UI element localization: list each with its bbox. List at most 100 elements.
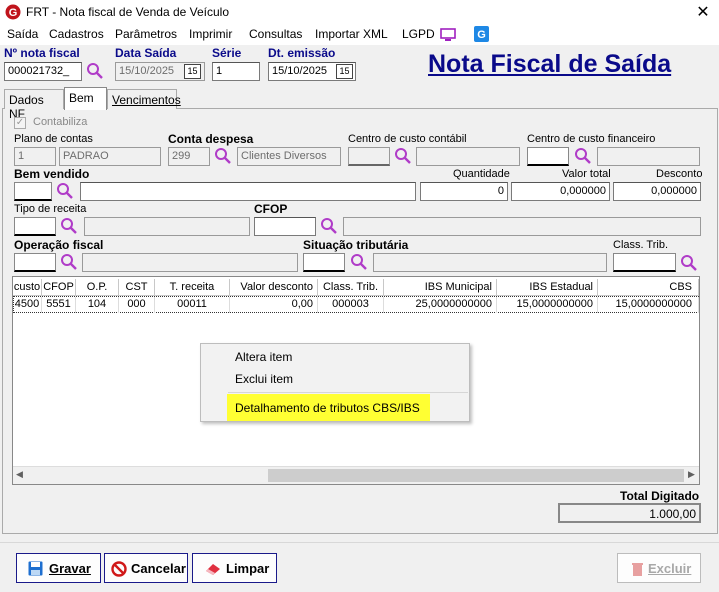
search-icon[interactable] [574, 147, 592, 165]
menu-imprimir[interactable]: Imprimir [189, 27, 232, 41]
cancel-button[interactable]: Cancelar [104, 553, 188, 583]
conta-code-field[interactable]: 299 [168, 147, 210, 166]
close-icon[interactable]: ✕ [694, 2, 712, 22]
save-button[interactable]: Gravar [16, 553, 101, 583]
total-value: 1.000,00 [558, 503, 701, 523]
grid-header[interactable]: CFOP [42, 279, 76, 296]
svg-text:G: G [477, 29, 486, 41]
grid-header[interactable]: IBS Municipal [384, 279, 497, 296]
menu-lgpd[interactable]: LGPD [402, 27, 435, 41]
quantidade-label: Quantidade [453, 168, 510, 180]
scroll-left-icon[interactable]: ◀ [16, 469, 23, 480]
table-cell: 15,0000000000 [497, 297, 598, 313]
window-title: FRT - Nota fiscal de Venda de Veículo [26, 5, 230, 19]
quantidade-field[interactable]: 0 [420, 182, 508, 201]
cc-financeiro-code-field[interactable] [527, 147, 569, 166]
app-shortcut-icon[interactable]: G [474, 26, 489, 42]
grid-header[interactable]: custo [13, 279, 42, 296]
search-icon[interactable] [394, 147, 412, 165]
contabiliza-label: Contabiliza [33, 116, 88, 128]
cc-financeiro-name-field [597, 147, 700, 166]
operacao-code-field[interactable] [14, 253, 56, 272]
table-cell: 000 [119, 297, 155, 313]
data-saida-label: Data Saída [115, 46, 177, 60]
search-icon[interactable] [60, 253, 78, 271]
search-icon[interactable] [320, 217, 338, 235]
serie-field[interactable]: 1 [212, 62, 260, 81]
plano-code-field[interactable]: 1 [14, 147, 56, 166]
cc-contabil-code-field[interactable] [348, 147, 390, 166]
search-icon[interactable] [680, 254, 698, 272]
grid-header[interactable]: Class. Trib. [318, 279, 384, 296]
cfop-name-field [343, 217, 701, 236]
grid-header[interactable]: CBS [598, 279, 699, 296]
menu-consultas[interactable]: Consultas [249, 27, 302, 41]
cc-financeiro-label: Centro de custo financeiro [527, 133, 656, 145]
situacao-code-field[interactable] [303, 253, 345, 272]
situacao-name-field [373, 253, 607, 272]
menu-cadastros[interactable]: Cadastros [49, 27, 104, 41]
cc-contabil-label: Centro de custo contábil [348, 133, 467, 145]
clear-label: Limpar [226, 561, 270, 576]
valor-total-label: Valor total [562, 168, 611, 180]
menu-importar-xml[interactable]: Importar XML [315, 27, 388, 41]
search-icon[interactable] [214, 147, 232, 165]
menu-item-exclui[interactable]: Exclui item [235, 372, 293, 386]
scroll-right-icon[interactable]: ▶ [688, 469, 695, 480]
operacao-name-field [82, 253, 298, 272]
monitor-icon[interactable] [440, 28, 456, 42]
menu-item-altera[interactable]: Altera item [235, 350, 292, 364]
table-cell: 104 [76, 297, 119, 313]
app-logo-icon: G [5, 4, 21, 20]
menu-divider [228, 392, 468, 393]
menu-parametros[interactable]: Parâmetros [115, 27, 177, 41]
bem-code-field[interactable] [14, 182, 52, 201]
table-cell: 5551 [42, 297, 76, 313]
tab-vencimentos[interactable]: Vencimentos [107, 89, 181, 109]
tab-dados-nf[interactable]: Dados NF [4, 89, 64, 121]
tipo-receita-label: Tipo de receita [14, 203, 87, 215]
search-icon[interactable] [56, 182, 74, 200]
contabiliza-checkbox[interactable]: ✓ [14, 117, 26, 129]
plano-name-field: PADRAO [59, 147, 161, 166]
grid-header[interactable]: IBS Estadual [497, 279, 598, 296]
nota-label: Nº nota fiscal [4, 46, 80, 60]
operacao-label: Operação fiscal [14, 238, 104, 252]
floppy-icon [28, 561, 43, 576]
dt-emissao-label: Dt. emissão [268, 46, 336, 60]
calendar-icon[interactable]: 15 [184, 64, 201, 79]
class-trib-label: Class. Trib. [613, 239, 669, 251]
desconto-label: Desconto [656, 168, 703, 180]
calendar-icon[interactable]: 15 [336, 64, 353, 79]
nota-field[interactable]: 000021732_ [4, 62, 82, 81]
valor-total-field[interactable]: 0,000000 [511, 182, 610, 201]
delete-label: Excluir [648, 561, 692, 576]
class-trib-field[interactable] [613, 253, 676, 272]
svg-text:G: G [9, 7, 18, 19]
tipo-receita-code-field[interactable] [14, 217, 56, 236]
grid-header[interactable]: T. receita [155, 279, 230, 296]
table-cell: 000003 [318, 297, 384, 313]
grid-header[interactable]: O.P. [76, 279, 119, 296]
search-icon[interactable] [350, 253, 368, 271]
delete-button[interactable]: Excluir [617, 553, 701, 583]
scrollbar-thumb[interactable] [268, 469, 684, 482]
cfop-code-field[interactable] [254, 217, 316, 236]
save-label: Gravar [49, 561, 91, 576]
bem-name-field[interactable] [80, 182, 416, 201]
clear-button[interactable]: Limpar [192, 553, 277, 583]
grid-header[interactable]: CST [119, 279, 155, 296]
search-icon[interactable] [86, 62, 104, 80]
total-label: Total Digitado [620, 489, 700, 503]
conta-name-field: Clientes Diversos [237, 147, 341, 166]
page-title: Nota Fiscal de Saída [428, 50, 672, 78]
menu-saida[interactable]: Saída [7, 27, 38, 41]
desconto-field[interactable]: 0,000000 [613, 182, 701, 201]
grid-header[interactable]: Valor desconto [230, 279, 318, 296]
table-cell: 15,0000000000 [598, 297, 699, 313]
tab-bem[interactable]: Bem [64, 87, 107, 110]
table-cell: 0,00 [230, 297, 318, 313]
search-icon[interactable] [60, 217, 78, 235]
plano-label: Plano de contas [14, 133, 93, 145]
menu-item-detalhamento[interactable]: Detalhamento de tributos CBS/IBS [235, 401, 420, 415]
